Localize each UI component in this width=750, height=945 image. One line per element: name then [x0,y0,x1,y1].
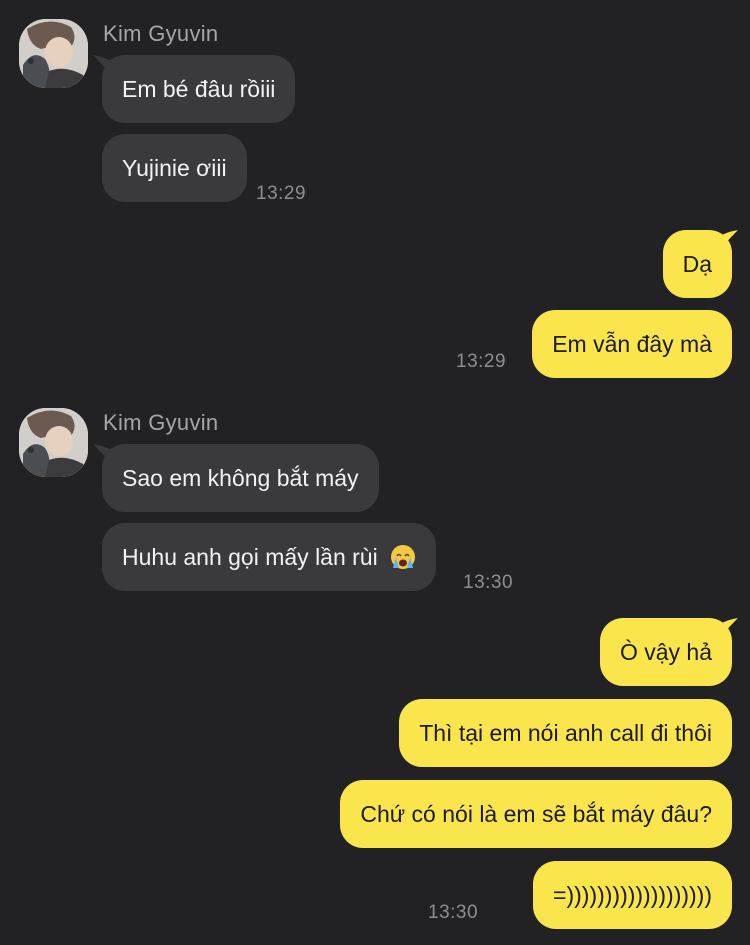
message-timestamp: 13:30 [428,902,479,923]
message-timestamp: 13:29 [256,183,307,204]
crying-face-icon [391,545,416,569]
message-text: Huhu anh gọi mấy lần rùi [122,544,378,570]
avatar-photo-icon [19,408,88,477]
chat-thread: Kim Gyuvin Em bé đâu rồiii Yujinie ơiii … [0,0,750,945]
avatar-photo-icon [19,19,88,88]
outgoing-message-bubble[interactable]: Dạ [662,230,732,298]
outgoing-message-bubble[interactable]: =))))))))))))))))))) [533,861,732,929]
outgoing-message-bubble[interactable]: Chứ có nói là em sẽ bắt máy đâu? [340,780,732,848]
avatar[interactable] [19,19,88,88]
avatar[interactable] [19,408,88,477]
incoming-message-bubble[interactable]: Yujinie ơiii [102,134,247,202]
outgoing-message-bubble[interactable]: Ò vậy hả [599,618,732,686]
incoming-message-bubble[interactable]: Sao em không bắt máy [102,444,379,512]
incoming-message-bubble[interactable]: Huhu anh gọi mấy lần rùi [102,523,437,591]
message-timestamp: 13:30 [463,572,514,593]
outgoing-message-bubble[interactable]: Em vẫn đây mà [532,310,732,378]
message-timestamp: 13:29 [456,351,507,372]
outgoing-message-bubble[interactable]: Thì tại em nói anh call đi thôi [399,699,732,767]
sender-name: Kim Gyuvin [103,21,219,46]
incoming-message-bubble[interactable]: Em bé đâu rồiii [102,55,296,123]
sender-name: Kim Gyuvin [103,410,219,435]
